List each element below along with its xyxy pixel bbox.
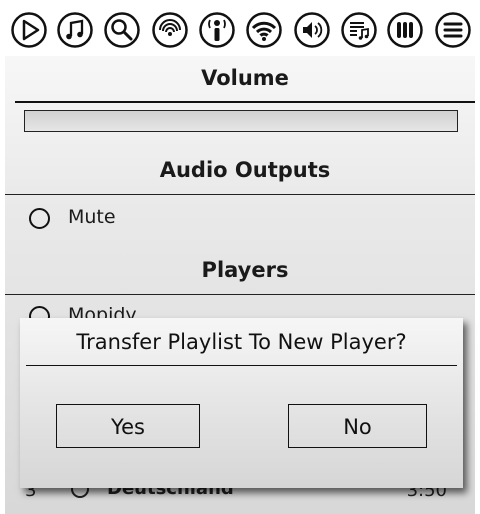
audio-outputs-heading: Audio Outputs [159, 158, 331, 182]
search-icon[interactable] [103, 11, 141, 49]
radio-button[interactable] [29, 208, 50, 229]
transfer-playlist-dialog: Transfer Playlist To New Player? Yes No [20, 318, 463, 488]
top-toolbar [0, 0, 480, 56]
volume-heading: Volume [201, 66, 289, 90]
columns-icon[interactable] [386, 11, 424, 49]
volume-icon[interactable] [293, 11, 331, 49]
wifi-icon[interactable] [245, 11, 283, 49]
play-icon[interactable] [10, 11, 48, 49]
radio-tower-icon[interactable] [198, 11, 236, 49]
players-heading: Players [201, 258, 289, 282]
no-button[interactable]: No [288, 404, 427, 448]
divider [15, 101, 475, 103]
podcast-icon[interactable] [151, 11, 189, 49]
playlist-icon[interactable] [340, 11, 378, 49]
yes-button[interactable]: Yes [56, 404, 200, 448]
divider [5, 194, 475, 195]
volume-slider[interactable] [24, 110, 458, 132]
dialog-title: Transfer Playlist To New Player? [76, 330, 407, 354]
output-option-label: Mute [68, 206, 116, 228]
music-note-icon[interactable] [56, 11, 94, 49]
divider [5, 294, 475, 295]
menu-icon[interactable] [434, 11, 472, 49]
divider [26, 365, 457, 366]
